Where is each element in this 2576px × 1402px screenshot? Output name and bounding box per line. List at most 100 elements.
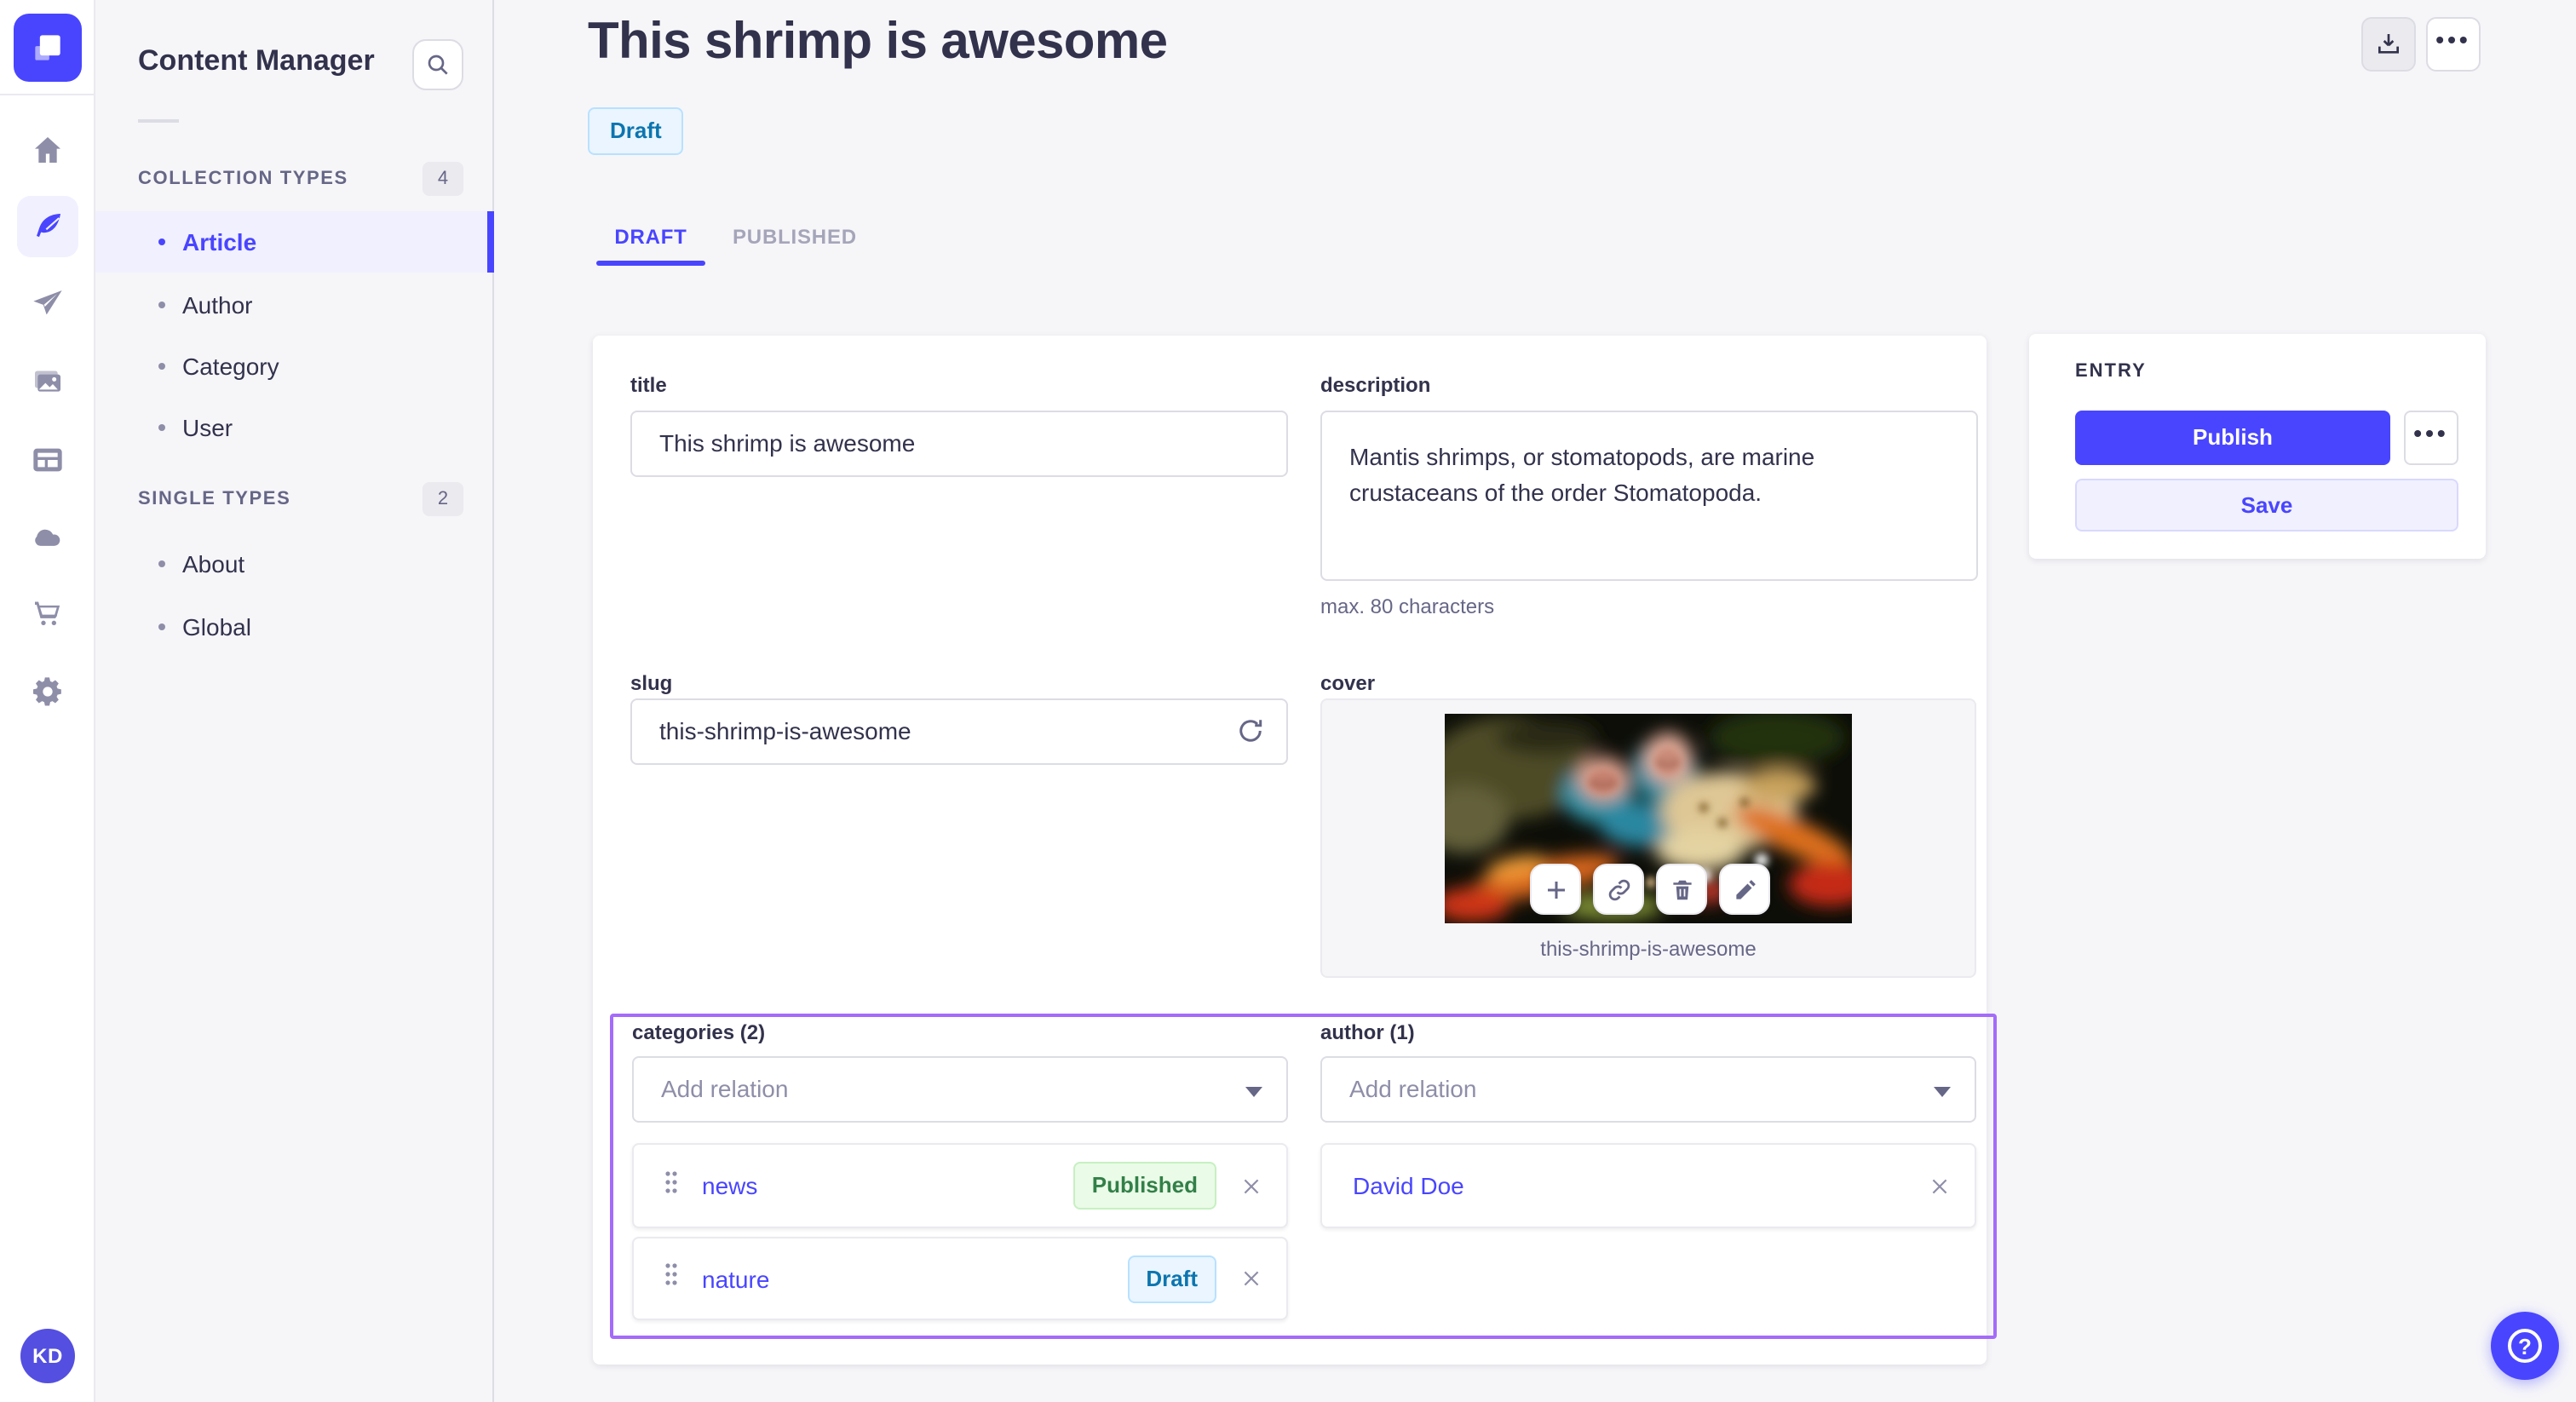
search-icon [428,55,448,75]
search-button[interactable] [412,39,463,90]
page-title: This shrimp is awesome [588,14,1168,70]
tab-published[interactable]: PUBLISHED [733,211,856,262]
categories-field-label: categories (2) [632,1020,766,1044]
relation-status-badge: Published [1072,1162,1216,1210]
icon-rail: KD [0,0,95,1402]
chevron-down-icon [1245,1087,1262,1097]
link-icon [1607,878,1630,900]
sidebar-item-about[interactable]: About [95,533,494,595]
bullet-icon [158,560,165,567]
entry-heading: ENTRY [2075,361,2147,382]
add-asset-button[interactable] [1530,864,1581,915]
refresh-icon [1239,720,1262,742]
select-placeholder: Add relation [661,1075,789,1102]
sidebar-item-category[interactable]: Category [95,336,494,397]
pencil-icon [1735,879,1755,899]
strapi-logo[interactable] [14,14,82,82]
export-button[interactable] [2361,17,2416,72]
relation-row-nature: nature Draft [632,1237,1288,1320]
tab-draft[interactable]: DRAFT [596,211,705,262]
relation-status-badge: Draft [1127,1255,1216,1302]
slug-input[interactable]: this-shrimp-is-awesome [630,698,1288,765]
content-manager-icon[interactable] [17,196,78,257]
sidebar-item-article[interactable]: Article [95,211,494,273]
sidebar-item-label: Author [182,291,253,319]
sidebar-item-label: Global [182,613,251,641]
sidebar-item-global[interactable]: Global [95,596,494,658]
cover-actions [1530,864,1770,915]
author-field-label: author (1) [1320,1020,1415,1044]
cloud-icon[interactable] [31,520,65,554]
title-field-label: title [630,373,667,397]
bullet-icon [158,363,165,370]
help-button[interactable]: ? [2491,1312,2559,1380]
relation-row-news: news Published [632,1143,1288,1228]
bullet-icon [158,302,165,308]
remove-relation-button[interactable] [1240,1267,1262,1290]
settings-gear-icon[interactable] [31,675,65,709]
plus-icon [1547,881,1564,898]
download-icon [2378,34,2399,54]
drag-handle-icon[interactable] [664,1169,678,1202]
bullet-icon [158,623,165,630]
relation-link[interactable]: news [702,1172,757,1199]
media-library-icon[interactable] [31,365,65,399]
copy-link-button[interactable] [1593,864,1644,915]
status-badge: Draft [588,107,684,155]
strapi-logo-icon [35,35,60,60]
home-icon[interactable] [31,133,65,167]
section-single-types: SINGLE TYPES [138,489,291,509]
strapi-app: KD Content Manager COLLECTION TYPES 4 Ar… [0,0,2576,1402]
collection-types-count: 4 [423,162,463,196]
sidebar-item-label: Article [182,228,257,256]
slug-field-label: slug [630,671,673,695]
publish-button[interactable]: Publish [2075,411,2390,465]
sidebar-item-label: User [182,414,233,441]
bullet-icon [158,238,165,245]
single-types-count: 2 [423,482,463,516]
close-icon [1244,1271,1259,1286]
entry-more-button[interactable]: ••• [2404,411,2458,465]
paper-plane-icon[interactable] [31,286,65,320]
description-hint: max. 80 characters [1320,595,1495,618]
sidebar-item-user[interactable]: User [95,397,494,458]
sidebar-item-label: Category [182,353,279,380]
regenerate-slug-button[interactable] [1235,715,1266,755]
layout-icon[interactable] [31,443,65,477]
delete-asset-button[interactable] [1656,864,1707,915]
close-icon [1932,1178,1947,1193]
relation-link[interactable]: nature [702,1265,769,1292]
relation-row-author: David Doe [1320,1143,1976,1228]
remove-relation-button[interactable] [1929,1175,1951,1197]
ellipsis-icon: ••• [2435,26,2471,53]
content-manager-subnav: Content Manager COLLECTION TYPES 4 Artic… [95,0,494,1402]
user-avatar[interactable]: KD [20,1329,75,1383]
title-input[interactable]: This shrimp is awesome [630,411,1288,477]
chevron-down-icon [1934,1087,1951,1097]
select-placeholder: Add relation [1349,1075,1477,1102]
sidebar-item-label: About [182,550,245,577]
active-indicator [487,211,494,273]
more-options-button[interactable]: ••• [2426,17,2481,72]
close-icon [1244,1178,1259,1193]
rail-header [0,0,95,95]
author-add-relation-select[interactable]: Add relation [1320,1056,1976,1123]
question-mark-icon: ? [2508,1329,2542,1363]
description-field-label: description [1320,373,1431,397]
subnav-title: Content Manager [138,44,375,77]
categories-add-relation-select[interactable]: Add relation [632,1056,1288,1123]
ellipsis-icon: ••• [2413,419,2449,446]
trash-icon [1672,879,1691,899]
relation-link[interactable]: David Doe [1353,1172,1464,1199]
save-button[interactable]: Save [2075,479,2458,531]
cover-filename: this-shrimp-is-awesome [1540,937,1757,961]
active-tab-underline [596,261,705,266]
edit-asset-button[interactable] [1719,864,1770,915]
section-collection-types: COLLECTION TYPES [138,169,348,189]
subnav-divider [138,119,179,123]
description-textarea[interactable]: Mantis shrimps, or stomatopods, are mari… [1320,411,1978,581]
cart-icon[interactable] [31,596,65,630]
drag-handle-icon[interactable] [664,1262,678,1295]
sidebar-item-author[interactable]: Author [95,274,494,336]
remove-relation-button[interactable] [1240,1175,1262,1197]
